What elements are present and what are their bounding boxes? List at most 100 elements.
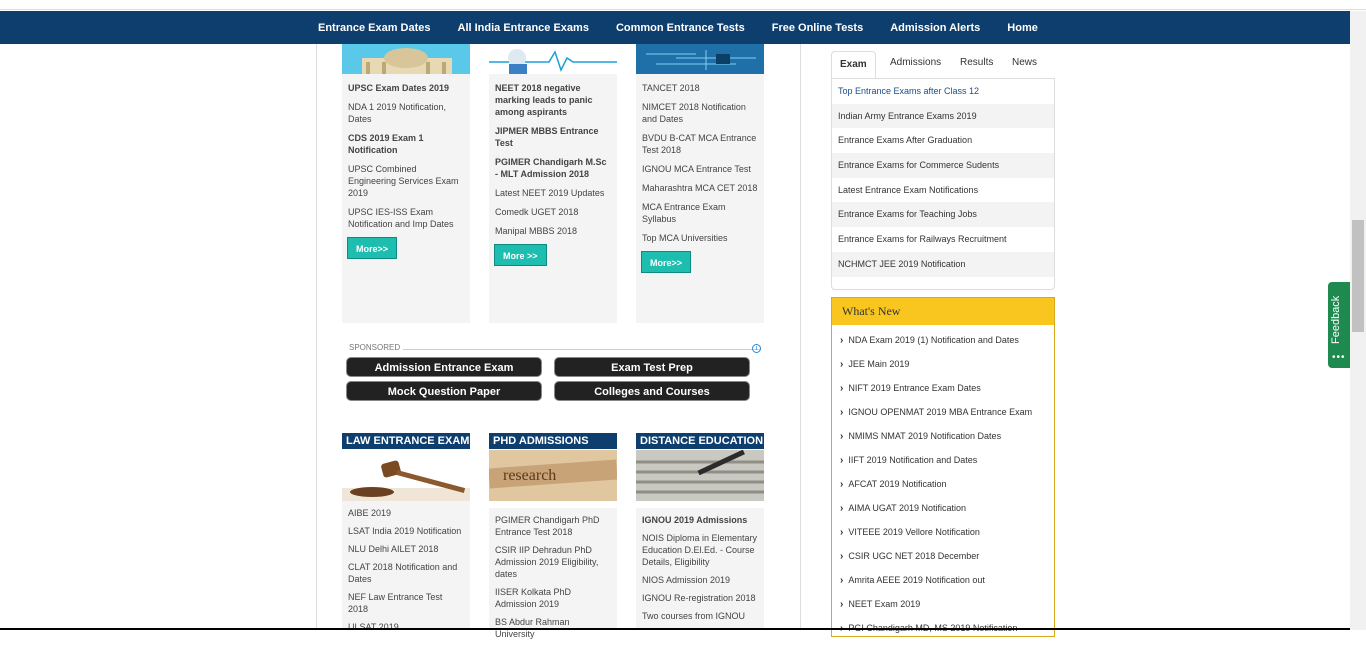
section-link[interactable]: IISER Kolkata PhD Admission 2019: [495, 586, 611, 610]
nav-item[interactable]: All India Entrance Exams: [458, 22, 589, 34]
more-button[interactable]: More>>: [347, 237, 398, 259]
chevron-right-icon: ›: [840, 383, 844, 394]
gavel-image: [342, 450, 470, 501]
card-link[interactable]: NIMCET 2018 Notification and Dates: [642, 101, 758, 125]
whats-new-label: AIMA UGAT 2019 Notification: [848, 503, 967, 513]
exam-link[interactable]: Entrance Exams for Commerce Sudents: [832, 153, 1054, 178]
card-link[interactable]: Latest NEET 2019 Updates: [495, 187, 611, 199]
section-link[interactable]: NIOS Admission 2019: [642, 574, 758, 586]
section-link[interactable]: AIBE 2019: [348, 507, 464, 519]
sponsored-button[interactable]: Colleges and Courses: [554, 381, 750, 401]
chevron-right-icon: ›: [840, 359, 844, 370]
section-link[interactable]: NEF Law Entrance Test 2018: [348, 591, 464, 615]
card-link[interactable]: TANCET 2018: [642, 82, 758, 94]
sponsored-button[interactable]: Exam Test Prep: [554, 357, 750, 377]
card-link[interactable]: Comedk UGET 2018: [495, 206, 611, 218]
card-link[interactable]: Maharashtra MCA CET 2018: [642, 182, 758, 194]
whats-new-item[interactable]: › AFCAT 2019 Notification: [840, 477, 1054, 501]
card-link[interactable]: Top MCA Universities: [642, 232, 758, 244]
whats-new-item[interactable]: › VITEEE 2019 Vellore Notification: [840, 525, 1054, 549]
feedback-tab[interactable]: Feedback •••: [1328, 282, 1350, 368]
section-link[interactable]: ULSAT 2019: [348, 621, 464, 633]
whats-new-item[interactable]: › AIMA UGAT 2019 Notification: [840, 501, 1054, 525]
card-link[interactable]: UPSC IES-ISS Exam Notification and Imp D…: [348, 206, 464, 230]
mca-card: TANCET 2018 NIMCET 2018 Notification and …: [636, 44, 764, 323]
section-title-distance[interactable]: DISTANCE EDUCATION: [636, 433, 764, 449]
tab-news[interactable]: News: [1004, 51, 1045, 78]
tab-results[interactable]: Results: [952, 51, 1001, 78]
whats-new-item[interactable]: › IGNOU OPENMAT 2019 MBA Entrance Exam: [840, 405, 1054, 429]
exam-link[interactable]: NCHMCT JEE 2019 Notification: [832, 251, 1054, 277]
tab-exam[interactable]: Exam: [831, 51, 876, 79]
exam-link[interactable]: Entrance Exams for Teaching Jobs: [832, 202, 1054, 228]
whats-new-list: › NDA Exam 2019 (1) Notification and Date…: [832, 325, 1054, 645]
exam-link[interactable]: Latest Entrance Exam Notifications: [832, 178, 1054, 203]
whats-new-item[interactable]: › Amrita AEEE 2019 Notification out: [840, 573, 1054, 597]
main-navbar: Entrance Exam Dates All India Entrance Ex…: [0, 11, 1350, 44]
chevron-right-icon: ›: [840, 431, 844, 442]
card-link[interactable]: NEET 2018 negative marking leads to pani…: [495, 82, 611, 118]
phd-links: PGIMER Chandigarh PhD Entrance Test 2018…: [489, 508, 617, 639]
card-link[interactable]: NDA 1 2019 Notification, Dates: [348, 101, 464, 125]
section-title-law[interactable]: LAW ENTRANCE EXAM: [342, 433, 470, 449]
card-link[interactable]: BVDU B-CAT MCA Entrance Test 2018: [642, 132, 758, 156]
section-link[interactable]: CLAT 2018 Notification and Dates: [348, 561, 464, 585]
section-link[interactable]: PGIMER Chandigarh PhD Entrance Test 2018: [495, 514, 611, 538]
divider: [403, 349, 761, 350]
info-icon[interactable]: i: [752, 344, 761, 353]
whats-new-label: NIFT 2019 Entrance Exam Dates: [848, 383, 981, 393]
exam-link[interactable]: Top Entrance Exams after Class 12: [832, 79, 1054, 104]
exam-link[interactable]: Entrance Exams After Graduation: [832, 128, 1054, 153]
whats-new-item[interactable]: › CSIR UGC NET 2018 December: [840, 549, 1054, 573]
research-image-text: research: [503, 467, 556, 484]
card-link[interactable]: MCA Entrance Exam Syllabus: [642, 201, 758, 225]
section-title-phd[interactable]: PHD ADMISSIONS: [489, 433, 617, 449]
section-link[interactable]: IGNOU 2019 Admissions: [642, 514, 758, 526]
nav-item[interactable]: Home: [1007, 22, 1038, 34]
card-link[interactable]: JIPMER MBBS Entrance Test: [495, 125, 611, 149]
sidebar-tabs: Exam Admissions Results News: [831, 51, 1055, 79]
nav-item[interactable]: Admission Alerts: [890, 22, 980, 34]
nav-item[interactable]: Free Online Tests: [772, 22, 864, 34]
whats-new-label: IIFT 2019 Notification and Dates: [848, 455, 978, 465]
card-link[interactable]: CDS 2019 Exam 1 Notification: [348, 132, 464, 156]
section-link[interactable]: LSAT India 2019 Notification: [348, 525, 464, 537]
whats-new-item[interactable]: › NMIMS NMAT 2019 Notification Dates: [840, 429, 1054, 453]
sponsored-button[interactable]: Mock Question Paper: [346, 381, 542, 401]
feedback-label: Feedback: [1330, 295, 1342, 344]
card-link[interactable]: UPSC Exam Dates 2019: [348, 82, 464, 94]
exam-link[interactable]: Entrance Exams for Railways Recruitment: [832, 227, 1054, 252]
whats-new-label: NDA Exam 2019 (1) Notification and Dates: [848, 335, 1019, 345]
whats-new-item[interactable]: ›PGI Chandigarh MD, MS 2019 Notification: [840, 621, 1054, 645]
more-button[interactable]: More>>: [641, 251, 692, 273]
whats-new-item[interactable]: › JEE Main 2019: [840, 357, 1054, 381]
section-link[interactable]: NLU Delhi AILET 2018: [348, 543, 464, 555]
nav-item[interactable]: Entrance Exam Dates: [318, 22, 431, 34]
card-links: NEET 2018 negative marking leads to pani…: [489, 76, 617, 237]
sponsored-button[interactable]: Admission Entrance Exam: [346, 357, 542, 377]
whats-new-item[interactable]: › NEET Exam 2019: [840, 597, 1054, 621]
whats-new-item[interactable]: › NDA Exam 2019 (1) Notification and Date…: [840, 333, 1054, 357]
tab-admissions[interactable]: Admissions: [882, 51, 949, 78]
section-link[interactable]: Two courses from IGNOU: [642, 610, 758, 622]
exam-link[interactable]: Indian Army Entrance Exams 2019: [832, 103, 1054, 129]
whats-new-item[interactable]: › IIFT 2019 Notification and Dates: [840, 453, 1054, 477]
card-link[interactable]: IGNOU MCA Entrance Test: [642, 163, 758, 175]
more-button[interactable]: More >>: [494, 244, 547, 266]
whats-new-label: IGNOU OPENMAT 2019 MBA Entrance Exam: [848, 407, 1033, 417]
section-link[interactable]: NOIS Diploma in Elementary Education D.E…: [642, 532, 758, 568]
whats-new-label: Amrita AEEE 2019 Notification out: [848, 575, 985, 585]
whats-new-item[interactable]: › NIFT 2019 Entrance Exam Dates: [840, 381, 1054, 405]
chevron-right-icon: ›: [840, 335, 844, 346]
chevron-right-icon: ›: [840, 407, 844, 418]
scrollbar-thumb[interactable]: [1352, 220, 1364, 332]
section-link[interactable]: CSIR IIP Dehradun PhD Admission 2019 Eli…: [495, 544, 611, 580]
whats-new-label: NMIMS NMAT 2019 Notification Dates: [848, 431, 1002, 441]
card-link[interactable]: PGIMER Chandigarh M.Sc - MLT Admission 2…: [495, 156, 611, 180]
whats-new-title: What's New: [832, 298, 1054, 325]
card-link[interactable]: UPSC Combined Engineering Services Exam …: [348, 163, 464, 199]
card-link[interactable]: Manipal MBBS 2018: [495, 225, 611, 237]
nav-item[interactable]: Common Entrance Tests: [616, 22, 745, 34]
exam-links-list: Top Entrance Exams after Class 12 Indian …: [831, 78, 1055, 290]
section-link[interactable]: IGNOU Re-registration 2018: [642, 592, 758, 604]
